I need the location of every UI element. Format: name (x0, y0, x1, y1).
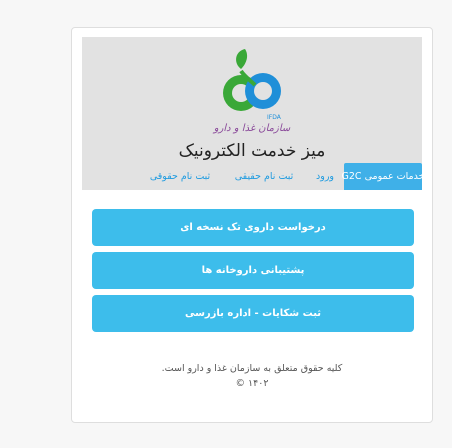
footer-copyright: ۱۴۰۲ © (235, 378, 269, 389)
tab-bar: خدمات عمومی G2C ورود ثبت نام حقیقی ثبت ن… (82, 163, 424, 190)
svg-text:IFDA: IFDA (267, 114, 282, 121)
main-card: IFDA سازمان غذا و دارو میز خدمت الکترونی… (71, 27, 433, 423)
pharmacy-support-button[interactable]: پشتیبانی داروخانه ها (92, 252, 414, 289)
tab-register-individual[interactable]: ثبت نام حقیقی (222, 163, 306, 190)
tab-register-legal[interactable]: ثبت نام حقوقی (138, 163, 222, 190)
complaints-button[interactable]: ثبت شکایات - اداره بازرسی (92, 295, 414, 332)
drug-request-button[interactable]: درخواست داروی تک نسخه ای (92, 209, 414, 246)
footer-rights: کلیه حقوق متعلق به سازمان غذا و دارو است… (161, 363, 343, 374)
page-title: میز خدمت الکترونیک (178, 141, 326, 161)
org-name: سازمان غذا و دارو (213, 123, 291, 134)
tab-login[interactable]: ورود (306, 163, 344, 190)
tab-public-services[interactable]: خدمات عمومی G2C (342, 163, 424, 190)
